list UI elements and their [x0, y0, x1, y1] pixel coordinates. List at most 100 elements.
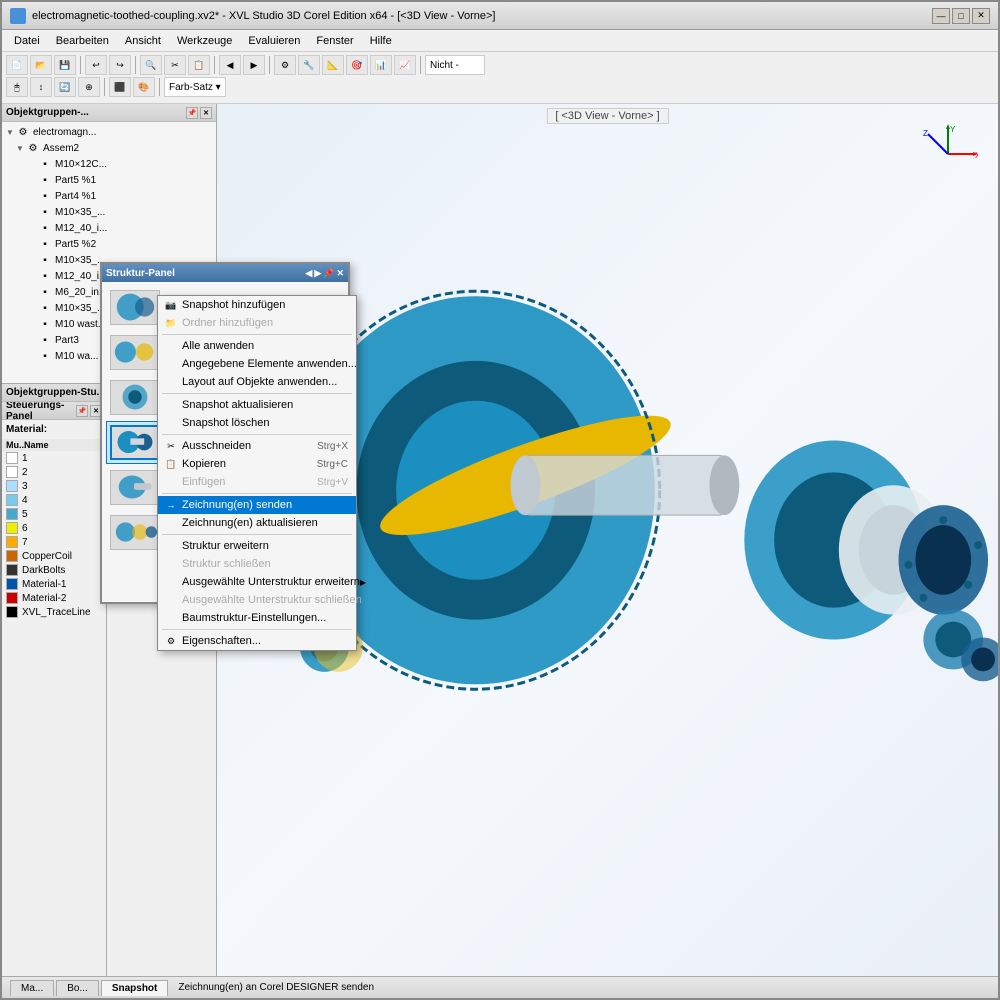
cm-kopieren[interactable]: 📋 Kopieren Strg+C [158, 455, 356, 473]
mat-row-material1[interactable]: Material-1 [2, 577, 106, 591]
tree-item-part4[interactable]: ▪ Part4 %1 [4, 188, 214, 204]
cm-baum-icon [164, 611, 178, 625]
col-mu: Mu... [6, 440, 24, 450]
tb-new[interactable]: 📄 [6, 55, 28, 75]
cm-zeichnung-senden[interactable]: → Zeichnung(en) senden [158, 496, 356, 514]
steu-pin[interactable]: 📌 [76, 405, 88, 417]
tb-btn-4[interactable]: ✂ [164, 55, 186, 75]
tree-label-m10-wast: M10 wast... [55, 319, 106, 330]
mat-row-5[interactable]: 5 [2, 507, 106, 521]
tb-open[interactable]: 📂 [30, 55, 52, 75]
tb-btn-9[interactable]: 🔧 [298, 55, 320, 75]
cm-baumstruktur[interactable]: Baumstruktur-Einstellungen... [158, 609, 356, 627]
cm-struktur-erweitern[interactable]: Struktur erweitern [158, 537, 356, 555]
mat-row-3[interactable]: 3 [2, 479, 106, 493]
tb-btn-5[interactable]: 📋 [188, 55, 210, 75]
cm-cut-shortcut: Strg+X [297, 441, 348, 452]
tb-dropdown-nicht[interactable]: Nicht - [425, 55, 485, 75]
mat-row-4[interactable]: 4 [2, 493, 106, 507]
mat-row-6[interactable]: 6 [2, 521, 106, 535]
tree-item-m10x12[interactable]: ▪ M10×12C... [4, 156, 214, 172]
sp-nav-right[interactable]: ▶ [314, 268, 321, 279]
cm-layout-label: Layout auf Objekte anwenden... [182, 376, 337, 388]
tree-item-root[interactable]: ▼ ⚙ electromagn... [4, 124, 214, 140]
cm-folder-icon: 📁 [164, 316, 178, 330]
cm-paste-shortcut: Strg+V [297, 477, 348, 488]
status-tab-ma[interactable]: Ma... [10, 980, 54, 996]
cm-alle-anwenden[interactable]: Alle anwenden [158, 337, 356, 355]
cm-copy-label: Kopieren [182, 458, 226, 470]
tb-dropdown-farb[interactable]: Farb-Satz ▾ [164, 77, 226, 97]
menu-datei[interactable]: Datei [6, 33, 48, 49]
cm-snapshot-icon: 📷 [164, 298, 178, 312]
cm-strexp-label: Struktur erweitern [182, 540, 269, 552]
tb-btn-6[interactable]: ◀ [219, 55, 241, 75]
sp-nav-left[interactable]: ◀ [305, 268, 312, 279]
tb-btn-7[interactable]: ▶ [243, 55, 265, 75]
menu-werkzeuge[interactable]: Werkzeuge [169, 33, 240, 49]
cm-snapdel-icon [164, 416, 178, 430]
mat-row-material2[interactable]: Material-2 [2, 591, 106, 605]
obj-stu-title: Objektgruppen-Stu... [6, 387, 105, 398]
menu-evaluieren[interactable]: Evaluieren [240, 33, 308, 49]
cm-angegebene[interactable]: Angegebene Elemente anwenden... [158, 355, 356, 373]
tb-btn-12[interactable]: 📊 [370, 55, 392, 75]
mat-row-2[interactable]: 2 [2, 465, 106, 479]
cm-zeichnung-aktualisieren[interactable]: Zeichnung(en) aktualisieren [158, 514, 356, 532]
tb-r2-4[interactable]: ⊕ [78, 77, 100, 97]
status-bar: Ma... Bo... Snapshot Zeichnung(en) an Co… [2, 976, 998, 998]
cm-layout[interactable]: Layout auf Objekte anwenden... [158, 373, 356, 391]
tb-sep-4 [269, 56, 270, 74]
tb-r2-3[interactable]: 🔄 [54, 77, 76, 97]
sp-close[interactable]: ✕ [336, 268, 344, 279]
panel-close-button[interactable]: ✕ [200, 107, 212, 119]
cm-sendak-icon [164, 516, 178, 530]
tb-redo[interactable]: ↪ [109, 55, 131, 75]
menu-bearbeiten[interactable]: Bearbeiten [48, 33, 117, 49]
mat-row-coppercoil[interactable]: CopperCoil [2, 549, 106, 563]
cm-snapshot-loeschen[interactable]: Snapshot löschen [158, 414, 356, 432]
tb-btn-8[interactable]: ⚙ [274, 55, 296, 75]
tb-r2-2[interactable]: ↕ [30, 77, 52, 97]
menu-ansicht[interactable]: Ansicht [117, 33, 169, 49]
cm-snapshot-hinzufuegen[interactable]: 📷 Snapshot hinzufügen [158, 296, 356, 314]
mat-row-xvl[interactable]: XVL_TraceLine [2, 605, 106, 619]
close-button[interactable]: ✕ [972, 8, 990, 24]
tree-item-part5-1[interactable]: ▪ Part5 %1 [4, 172, 214, 188]
panel-pin-button[interactable]: 📌 [186, 107, 198, 119]
cm-ausschneiden[interactable]: ✂ Ausschneiden Strg+X [158, 437, 356, 455]
tree-label-m10x12: M10×12C... [55, 159, 107, 170]
col-name: Name [24, 440, 49, 450]
mat-row-7[interactable]: 7 [2, 535, 106, 549]
cm-ausgewaehlte-erweitern[interactable]: Ausgewählte Unterstruktur erweitern ▶ [158, 573, 356, 591]
status-tab-snapshot[interactable]: Snapshot [101, 980, 169, 996]
tb-save[interactable]: 💾 [54, 55, 76, 75]
tb-btn-13[interactable]: 📈 [394, 55, 416, 75]
cm-snapak-label: Snapshot aktualisieren [182, 399, 293, 411]
tb-r2-5[interactable]: ⬛ [109, 77, 131, 97]
tb-btn-11[interactable]: 🎯 [346, 55, 368, 75]
tree-item-m10x35-1[interactable]: ▪ M10×35_... [4, 204, 214, 220]
menu-hilfe[interactable]: Hilfe [362, 33, 400, 49]
cm-snapshot-aktualisieren[interactable]: Snapshot aktualisieren [158, 396, 356, 414]
mat-row-1[interactable]: 1 [2, 451, 106, 465]
minimize-button[interactable]: — [932, 8, 950, 24]
tb-undo[interactable]: ↩ [85, 55, 107, 75]
tb-btn-10[interactable]: 📐 [322, 55, 344, 75]
sp-pin[interactable]: 📌 [323, 268, 334, 279]
menu-fenster[interactable]: Fenster [308, 33, 361, 49]
cm-alle-label: Alle anwenden [182, 340, 254, 352]
maximize-button[interactable]: □ [952, 8, 970, 24]
cm-send-label: Zeichnung(en) senden [182, 499, 292, 511]
tree-item-assem2[interactable]: ▼ ⚙ Assem2 [4, 140, 214, 156]
status-tab-bo[interactable]: Bo... [56, 980, 99, 996]
tb-r2-1[interactable]: 🖱 [6, 77, 28, 97]
tb-r2-6[interactable]: 🎨 [133, 77, 155, 97]
mat-row-darkbolts[interactable]: DarkBolts [2, 563, 106, 577]
tb-btn-3[interactable]: 🔍 [140, 55, 162, 75]
tree-item-part5-2[interactable]: ▪ Part5 %2 [4, 236, 214, 252]
part-icon-13: ▪ [38, 349, 52, 363]
cm-sep-6 [162, 629, 352, 630]
tree-item-m12-40[interactable]: ▪ M12_40_i... [4, 220, 214, 236]
cm-eigenschaften[interactable]: ⚙ Eigenschaften... [158, 632, 356, 650]
